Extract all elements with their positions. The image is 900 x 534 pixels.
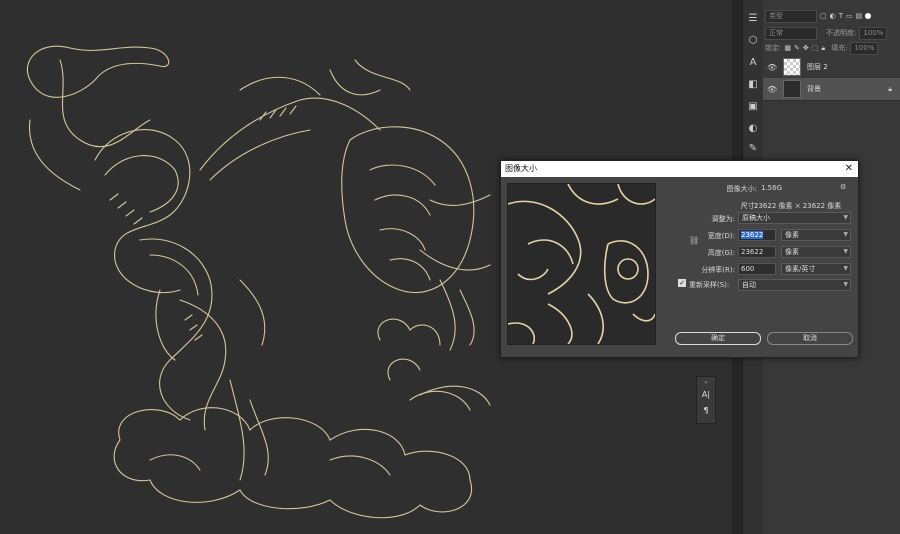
opacity-value: 100%	[863, 28, 884, 37]
resample-label: 重新采样(S):	[689, 281, 730, 289]
adjust-icon[interactable]: ☰	[746, 12, 760, 26]
chevron-down-icon: ▼	[843, 214, 848, 221]
lock-icon: 🔒︎	[888, 84, 892, 93]
blend-row: 正常 不透明度: 100%	[765, 25, 898, 41]
filter-text-icon[interactable]: T	[839, 12, 843, 20]
width-unit: 像素	[785, 231, 799, 239]
opacity-label: 不透明度:	[826, 29, 857, 37]
chevron-down-icon: ▼	[843, 265, 848, 272]
resample-value: 自动	[742, 281, 756, 289]
layer-row[interactable]: 👁︎ 图层 2	[763, 56, 900, 79]
dialog-titlebar: 图像大小 ✕	[501, 161, 858, 177]
mini-panel: « A| ¶	[696, 376, 716, 424]
lock-move-icon[interactable]: ✥	[803, 44, 809, 52]
layer-name: 图层 2	[807, 63, 828, 71]
3d-cube-icon[interactable]: ⬡	[746, 34, 760, 48]
chevron-down-icon: ▼	[843, 248, 848, 255]
height-label: 高度(G):	[707, 249, 735, 257]
ok-button[interactable]: 确定	[675, 332, 761, 345]
image-size-value: 1.56G	[761, 184, 783, 192]
resolution-unit-select[interactable]: 像素/英寸 ▼	[781, 263, 851, 275]
layer-thumbnail	[783, 80, 801, 98]
eye-icon[interactable]: 👁︎	[767, 85, 777, 94]
height-unit-select[interactable]: 像素 ▼	[781, 246, 851, 258]
lock-artboard-icon[interactable]: ⬚	[812, 44, 819, 52]
layer-thumbnail	[783, 58, 801, 76]
chevron-down-icon: ▼	[843, 231, 848, 238]
fill-value: 100%	[854, 43, 875, 52]
image-preview[interactable]	[507, 183, 656, 345]
fit-to-value: 原稿大小	[742, 214, 770, 222]
lock-label: 锁定:	[765, 44, 782, 52]
fill-label: 填充:	[831, 44, 848, 52]
layer-filter-row: 类型 ▢ ◐ T ▭ ▤	[765, 8, 898, 24]
cancel-button[interactable]: 取消	[767, 332, 853, 345]
image-size-label: 图像大小:	[726, 185, 757, 193]
height-unit: 像素	[785, 248, 799, 256]
filter-shape-icon[interactable]: ▭	[846, 12, 853, 20]
channels-icon[interactable]: ◧	[746, 78, 760, 92]
chevron-down-icon[interactable]: ⌄	[741, 199, 747, 207]
fill-input[interactable]: 100%	[850, 41, 879, 55]
layer-name: 背景	[807, 85, 821, 93]
resolution-value: 600	[741, 265, 755, 273]
image-size-dialog: 图像大小 ✕ 图像大小: 1.56G ⚙ 尺寸: ⌄ 23622 像素 × 23…	[500, 160, 859, 358]
ok-label: 确定	[711, 334, 725, 342]
paragraph-icon[interactable]: ¶	[700, 405, 712, 417]
layer-row[interactable]: 👁︎ 背景 🔒︎	[763, 78, 900, 101]
gear-icon[interactable]: ⚙	[840, 183, 846, 191]
filter-pixel-icon[interactable]: ▢	[820, 12, 827, 20]
resample-select[interactable]: 自动 ▼	[738, 279, 851, 291]
height-input[interactable]: 23622	[738, 246, 776, 258]
image-icon[interactable]: ▣	[746, 100, 760, 114]
opacity-input[interactable]: 100%	[859, 26, 888, 40]
width-value: 23622	[741, 231, 764, 239]
blend-mode-value: 正常	[769, 28, 783, 37]
preview-art	[508, 184, 655, 344]
blend-mode-select[interactable]: 正常	[765, 26, 817, 40]
width-label: 宽度(D):	[707, 232, 735, 240]
lock-transparent-icon[interactable]: ▦	[784, 44, 791, 52]
lock-row: 锁定: ▦ ✎ ✥ ⬚ 🔒︎ 填充: 100%	[765, 40, 898, 56]
width-input[interactable]: 23622	[738, 229, 776, 241]
chevron-down-icon: ▼	[843, 281, 848, 288]
filter-smart-icon[interactable]: ▤	[856, 12, 863, 20]
resolution-input[interactable]: 600	[738, 263, 776, 275]
fit-to-label: 调整为:	[711, 215, 735, 223]
dimensions-value: 23622 像素 × 23622 像素	[754, 202, 842, 210]
eye-icon[interactable]: 👁︎	[767, 63, 777, 72]
filter-kind-value: 类型	[769, 11, 783, 20]
adjustment-layer-icon[interactable]: ◐	[746, 122, 760, 136]
fit-to-select[interactable]: 原稿大小 ▼	[738, 212, 851, 224]
close-icon[interactable]: ✕	[845, 161, 853, 177]
character-icon[interactable]: A|	[700, 389, 712, 401]
resolution-label: 分辨率(R):	[701, 266, 735, 274]
filter-kind-select[interactable]: 类型	[765, 9, 817, 23]
character-style-icon[interactable]: A	[746, 56, 760, 70]
filter-adjust-icon[interactable]: ◐	[830, 12, 836, 20]
resolution-unit: 像素/英寸	[785, 265, 816, 273]
collapse-icon[interactable]: «	[700, 377, 712, 389]
filter-toggle[interactable]	[865, 13, 872, 19]
width-unit-select[interactable]: 像素 ▼	[781, 229, 851, 241]
paths-icon[interactable]: ✎	[746, 142, 760, 156]
lock-brush-icon[interactable]: ✎	[794, 44, 800, 52]
height-value: 23622	[741, 248, 764, 256]
resample-checkbox[interactable]: ✓	[678, 279, 686, 287]
cancel-label: 取消	[803, 334, 817, 342]
dialog-title: 图像大小	[505, 164, 537, 173]
lock-all-icon[interactable]: 🔒︎	[821, 44, 825, 53]
